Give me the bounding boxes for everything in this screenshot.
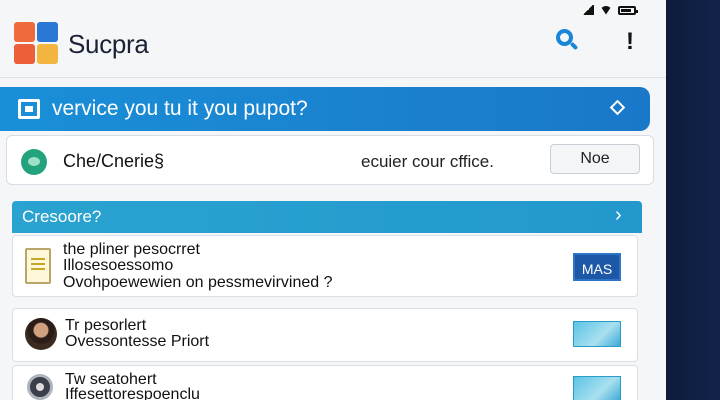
diamond-icon[interactable] (609, 99, 626, 116)
wifi-icon (600, 5, 612, 15)
notice-message: ecuier cour cffice. (361, 152, 494, 171)
notice-button[interactable]: Noe (550, 144, 640, 174)
list-item[interactable]: Tw seatohert Iffesettorespoenclu (12, 365, 638, 400)
list-item-line: Tr pesorlert (65, 317, 147, 334)
window-icon (18, 99, 40, 119)
thumbnail-image[interactable] (573, 376, 621, 400)
notice-title: Che/Cnerie§ (63, 151, 165, 171)
banner-text: vervice you tu it you pupot? (52, 97, 308, 120)
list-item[interactable]: Tr pesorlert Ovessontesse Priort (12, 308, 638, 362)
question-banner[interactable]: vervice you tu it you pupot? (0, 87, 650, 131)
app-screen: Sucpra ! vervice you tu it you pupot? Ch… (0, 0, 666, 400)
list-item-line: Ovohpoewewien on pessmevirvined ? (63, 274, 333, 291)
avatar (25, 318, 57, 350)
thumbnail-image[interactable] (573, 321, 621, 347)
battery-icon (618, 5, 638, 15)
section-header[interactable]: Cresoore? › (12, 201, 642, 233)
background-panel (666, 0, 720, 400)
app-logo (14, 22, 60, 66)
section-title: Cresoore? (22, 207, 102, 226)
chevron-right-icon[interactable]: › (615, 204, 622, 227)
list-item-line: Iffesettorespoenclu (65, 386, 200, 400)
list-item-line: Illosesoessomo (63, 257, 174, 274)
mas-badge[interactable]: MAS (573, 253, 621, 281)
signal-icon (582, 5, 594, 15)
search-icon[interactable] (556, 29, 579, 51)
notice-card: Che/Cnerie§ ecuier cour cffice. Noe (6, 135, 654, 185)
header-divider (0, 77, 666, 78)
alert-icon[interactable]: ! (626, 28, 634, 56)
gear-icon (27, 374, 53, 400)
list-item-line: Ovessontesse Priort (65, 333, 210, 350)
document-icon (25, 248, 51, 284)
app-header: Sucpra ! (0, 16, 666, 72)
app-title: Sucpra (68, 29, 149, 59)
status-dot-icon (21, 149, 47, 175)
list-item-line: the pliner pesocrret (63, 241, 200, 258)
list-item[interactable]: the pliner pesocrret Illosesoessomo Ovoh… (12, 235, 638, 297)
